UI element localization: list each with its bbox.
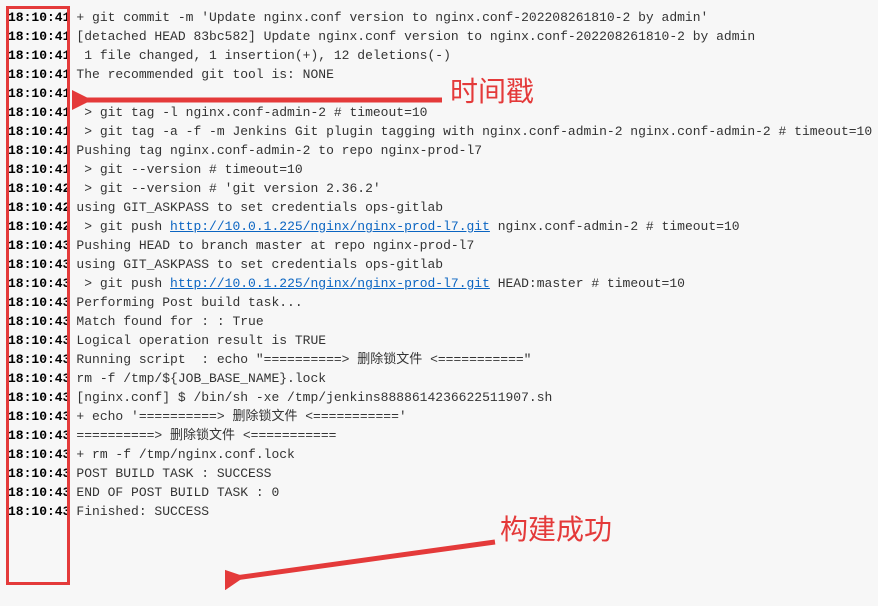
log-row: 18:10:43Performing Post build task... <box>8 293 870 312</box>
log-message: using GIT_ASKPASS to set credentials ops… <box>76 198 443 217</box>
log-text: HEAD:master # timeout=10 <box>490 276 685 291</box>
console-log: 18:10:41 + git commit -m 'Update nginx.co… <box>8 8 870 521</box>
log-message: + echo '==========> 删除锁文件 <===========' <box>76 407 406 426</box>
repo-link[interactable]: http://10.0.1.225/nginx/nginx-prod-l7.gi… <box>170 276 490 291</box>
repo-link[interactable]: http://10.0.1.225/nginx/nginx-prod-l7.gi… <box>170 219 490 234</box>
log-row: 18:10:43Logical operation result is TRUE <box>8 331 870 350</box>
log-message: POST BUILD TASK : SUCCESS <box>76 464 271 483</box>
log-message: rm -f /tmp/${JOB_BASE_NAME}.lock <box>76 369 326 388</box>
log-message: 1 file changed, 1 insertion(+), 12 delet… <box>76 46 450 65</box>
log-row: 18:10:41 1 file changed, 1 insertion(+),… <box>8 46 870 65</box>
log-row: 18:10:43[nginx.conf] $ /bin/sh -xe /tmp/… <box>8 388 870 407</box>
log-text: > git push <box>76 219 170 234</box>
annotation-timestamp-box <box>6 6 70 585</box>
log-message: [detached HEAD 83bc582] Update nginx.con… <box>76 27 755 46</box>
log-message: > git tag -l nginx.conf-admin-2 # timeou… <box>76 103 427 122</box>
log-message: > git tag -a -f -m Jenkins Git plugin ta… <box>76 122 872 141</box>
log-row: 18:10:41 > git tag -a -f -m Jenkins Git … <box>8 122 870 141</box>
log-row: 18:10:41 > git tag -l nginx.conf-admin-2… <box>8 103 870 122</box>
log-message: [nginx.conf] $ /bin/sh -xe /tmp/jenkins8… <box>76 388 552 407</box>
log-row: 18:10:41The recommended git tool is: NON… <box>8 65 870 84</box>
log-message: > git --version # 'git version 2.36.2' <box>76 179 380 198</box>
log-message: Match found for : : True <box>76 312 263 331</box>
log-row: 18:10:43Pushing HEAD to branch master at… <box>8 236 870 255</box>
log-row: 18:10:43using GIT_ASKPASS to set credent… <box>8 255 870 274</box>
log-message: Pushing tag nginx.conf-admin-2 to repo n… <box>76 141 482 160</box>
log-row: 18:10:41 > git --version # timeout=10 <box>8 160 870 179</box>
log-row: 18:10:41Pushing tag nginx.conf-admin-2 t… <box>8 141 870 160</box>
log-row: 18:10:43+ echo '==========> 删除锁文件 <=====… <box>8 407 870 426</box>
log-row: 18:10:41 <box>8 84 870 103</box>
log-row: 18:10:43+ rm -f /tmp/nginx.conf.lock <box>8 445 870 464</box>
log-row: 18:10:42using GIT_ASKPASS to set credent… <box>8 198 870 217</box>
log-message: The recommended git tool is: NONE <box>76 65 333 84</box>
log-message: Performing Post build task... <box>76 293 302 312</box>
log-row: 18:10:43rm -f /tmp/${JOB_BASE_NAME}.lock <box>8 369 870 388</box>
log-message: > git --version # timeout=10 <box>76 160 302 179</box>
log-message: > git push http://10.0.1.225/nginx/nginx… <box>76 217 739 236</box>
log-message: Running script : echo "==========> 删除锁文件… <box>76 350 531 369</box>
log-row: 18:10:43==========> 删除锁文件 <=========== <box>8 426 870 445</box>
log-row: 18:10:43Match found for : : True <box>8 312 870 331</box>
log-message: + git commit -m 'Update nginx.conf versi… <box>76 8 708 27</box>
log-message: using GIT_ASKPASS to set credentials ops… <box>76 255 443 274</box>
log-text: nginx.conf-admin-2 # timeout=10 <box>490 219 740 234</box>
log-message: > git push http://10.0.1.225/nginx/nginx… <box>76 274 685 293</box>
log-row: 18:10:42 > git --version # 'git version … <box>8 179 870 198</box>
log-message: Pushing HEAD to branch master at repo ng… <box>76 236 474 255</box>
annotation-build-success-label: 构建成功 <box>500 520 612 539</box>
annotation-timestamp-label: 时间戳 <box>450 82 534 101</box>
log-row: 18:10:42 > git push http://10.0.1.225/ng… <box>8 217 870 236</box>
log-message: Logical operation result is TRUE <box>76 331 326 350</box>
log-row: 18:10:43Running script : echo "=========… <box>8 350 870 369</box>
log-message: Finished: SUCCESS <box>76 502 209 521</box>
annotation-build-success-arrow <box>225 530 505 590</box>
log-row: 18:10:43Finished: SUCCESS <box>8 502 870 521</box>
log-row: 18:10:41+ git commit -m 'Update nginx.co… <box>8 8 870 27</box>
log-message: END OF POST BUILD TASK : 0 <box>76 483 279 502</box>
log-row: 18:10:43END OF POST BUILD TASK : 0 <box>8 483 870 502</box>
log-row: 18:10:43 > git push http://10.0.1.225/ng… <box>8 274 870 293</box>
log-text: > git push <box>76 276 170 291</box>
log-row: 18:10:43POST BUILD TASK : SUCCESS <box>8 464 870 483</box>
log-message: + rm -f /tmp/nginx.conf.lock <box>76 445 294 464</box>
log-message: ==========> 删除锁文件 <=========== <box>76 426 336 445</box>
log-row: 18:10:41[detached HEAD 83bc582] Update n… <box>8 27 870 46</box>
